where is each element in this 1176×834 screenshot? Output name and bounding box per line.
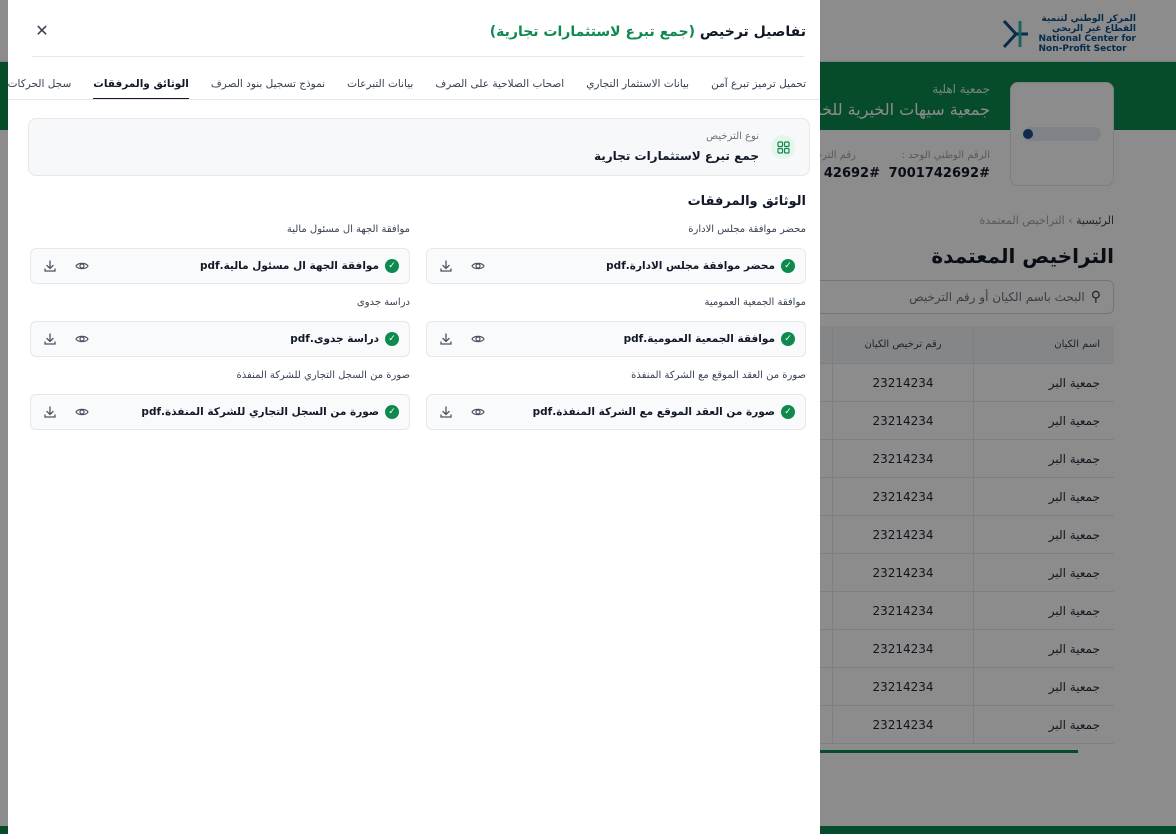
document-file: ✓ صورة من العقد الموقع مع الشركة المنفذة.… (426, 394, 806, 430)
eye-icon[interactable] (73, 330, 91, 348)
check-circle-icon: ✓ (385, 332, 399, 346)
tab-7[interactable]: سجل الحركات (8, 78, 71, 100)
drawer-header: تفاصيل ترخيص (جمع تبرع لاستثمارات تجارية… (8, 0, 820, 60)
header-divider (32, 56, 804, 57)
tab-1[interactable]: تحميل ترميز تبرع آمن (711, 78, 806, 100)
check-circle-icon: ✓ (385, 259, 399, 273)
section-title: الوثائق والمرفقات (687, 194, 806, 209)
license-type-value: جمع تبرع لاستثمارات تجارية (593, 149, 759, 163)
download-icon[interactable] (437, 330, 455, 348)
file-name: موافقة الجمعية العمومية.pdf (623, 333, 775, 345)
grid-icon (771, 135, 795, 159)
tab-3[interactable]: اصحاب الصلاحية على الصرف (435, 78, 564, 100)
document-file-name: ✓ موافقة الجمعية العمومية.pdf (624, 332, 795, 346)
eye-icon[interactable] (469, 403, 487, 421)
document-file-name: ✓ صورة من العقد الموقع مع الشركة المنفذة.… (533, 405, 795, 419)
tab-5[interactable]: نموذج تسجيل بنود الصرف (211, 78, 325, 100)
document-label: دراسة جدوى (356, 297, 410, 308)
document-item: محضر موافقة مجلس الادارة ✓ محضر موافقة مجل… (426, 224, 806, 284)
document-file: ✓ موافقة الجمعية العمومية.pdf (426, 321, 806, 357)
document-actions (41, 330, 91, 348)
file-name: صورة من العقد الموقع مع الشركة المنفذة.p… (532, 406, 775, 418)
eye-icon[interactable] (469, 330, 487, 348)
license-details-drawer: تفاصيل ترخيص (جمع تبرع لاستثمارات تجارية… (8, 0, 820, 834)
document-label: صورة من العقد الموقع مع الشركة المنفذة (631, 370, 806, 381)
document-actions (41, 403, 91, 421)
document-label: محضر موافقة مجلس الادارة (688, 224, 806, 235)
drawer-title: تفاصيل ترخيص (جمع تبرع لاستثمارات تجارية… (489, 24, 806, 40)
file-name: موافقة الجهة ال مسئول مالية.pdf (199, 260, 379, 272)
check-circle-icon: ✓ (385, 405, 399, 419)
document-actions (437, 403, 487, 421)
close-icon[interactable]: ✕ (32, 20, 52, 40)
file-name: دراسة جدوى.pdf (290, 333, 379, 345)
document-file-name: ✓ موافقة الجهة ال مسئول مالية.pdf (200, 259, 399, 273)
document-file: ✓ موافقة الجهة ال مسئول مالية.pdf (30, 248, 410, 284)
eye-icon[interactable] (469, 257, 487, 275)
document-label: موافقة الجهة ال مسئول مالية (286, 224, 410, 235)
document-actions (437, 330, 487, 348)
license-type-card: نوع الترخيص جمع تبرع لاستثمارات تجارية (28, 118, 810, 176)
tabs-divider (8, 99, 820, 100)
document-item: صورة من السجل التجاري للشركة المنفذة ✓ صور… (30, 370, 410, 430)
document-label: صورة من السجل التجاري للشركة المنفذة (236, 370, 410, 381)
tab-4[interactable]: بيانات التبرعات (347, 78, 413, 100)
document-file: ✓ صورة من السجل التجاري للشركة المنفذة.pd… (30, 394, 410, 430)
tab-6[interactable]: الوثائق والمرفقات (93, 78, 189, 100)
check-circle-icon: ✓ (781, 405, 795, 419)
file-name: محضر موافقة مجلس الادارة.pdf (606, 260, 775, 272)
check-circle-icon: ✓ (781, 259, 795, 273)
document-item: موافقة الجمعية العمومية ✓ موافقة الجمعية ا… (426, 297, 806, 357)
eye-icon[interactable] (73, 403, 91, 421)
download-icon[interactable] (437, 403, 455, 421)
document-actions (437, 257, 487, 275)
tab-2[interactable]: بيانات الاستثمار التجاري (586, 78, 689, 100)
document-file: ✓ دراسة جدوى.pdf (30, 321, 410, 357)
tabs: تحميل ترميز تبرع آمن بيانات الاستثمار الت… (8, 78, 806, 100)
document-item: موافقة الجهة ال مسئول مالية ✓ موافقة الجهة… (30, 224, 410, 284)
download-icon[interactable] (41, 403, 59, 421)
document-item: صورة من العقد الموقع مع الشركة المنفذة ✓ ص… (426, 370, 806, 430)
drawer-title-accent: (جمع تبرع لاستثمارات تجارية) (489, 24, 696, 40)
license-type-label: نوع الترخيص (706, 131, 759, 142)
eye-icon[interactable] (73, 257, 91, 275)
document-file: ✓ محضر موافقة مجلس الادارة.pdf (426, 248, 806, 284)
file-name: صورة من السجل التجاري للشركة المنفذة.pdf (141, 406, 379, 418)
download-icon[interactable] (437, 257, 455, 275)
download-icon[interactable] (41, 330, 59, 348)
check-circle-icon: ✓ (781, 332, 795, 346)
document-actions (41, 257, 91, 275)
document-file-name: ✓ صورة من السجل التجاري للشركة المنفذة.pd… (141, 405, 399, 419)
download-icon[interactable] (41, 257, 59, 275)
document-label: موافقة الجمعية العمومية (704, 297, 806, 308)
document-file-name: ✓ محضر موافقة مجلس الادارة.pdf (606, 259, 795, 273)
document-item: دراسة جدوى ✓ دراسة جدوى.pdf (30, 297, 410, 357)
document-file-name: ✓ دراسة جدوى.pdf (290, 332, 399, 346)
